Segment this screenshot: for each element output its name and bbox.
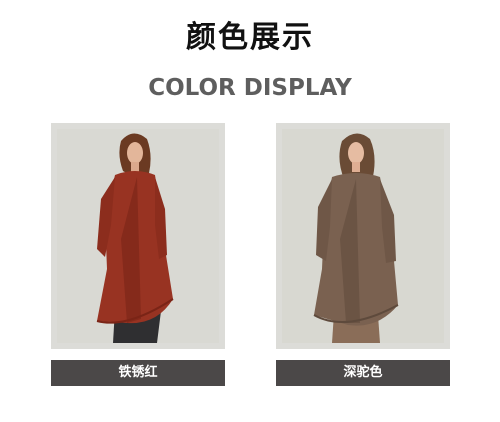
color-card-rust-red[interactable] [51, 123, 225, 349]
product-photo-dark-camel [282, 129, 444, 343]
color-display-title: 颜色展示 [186, 20, 314, 55]
product-photo-rust-red [57, 129, 219, 343]
color-label-dark-camel: 深驼色 [276, 360, 450, 386]
color-card-dark-camel[interactable] [276, 123, 450, 349]
color-display-subtitle: COLOR DISPLAY [148, 75, 352, 101]
color-label-rust-red: 铁锈红 [51, 360, 225, 386]
